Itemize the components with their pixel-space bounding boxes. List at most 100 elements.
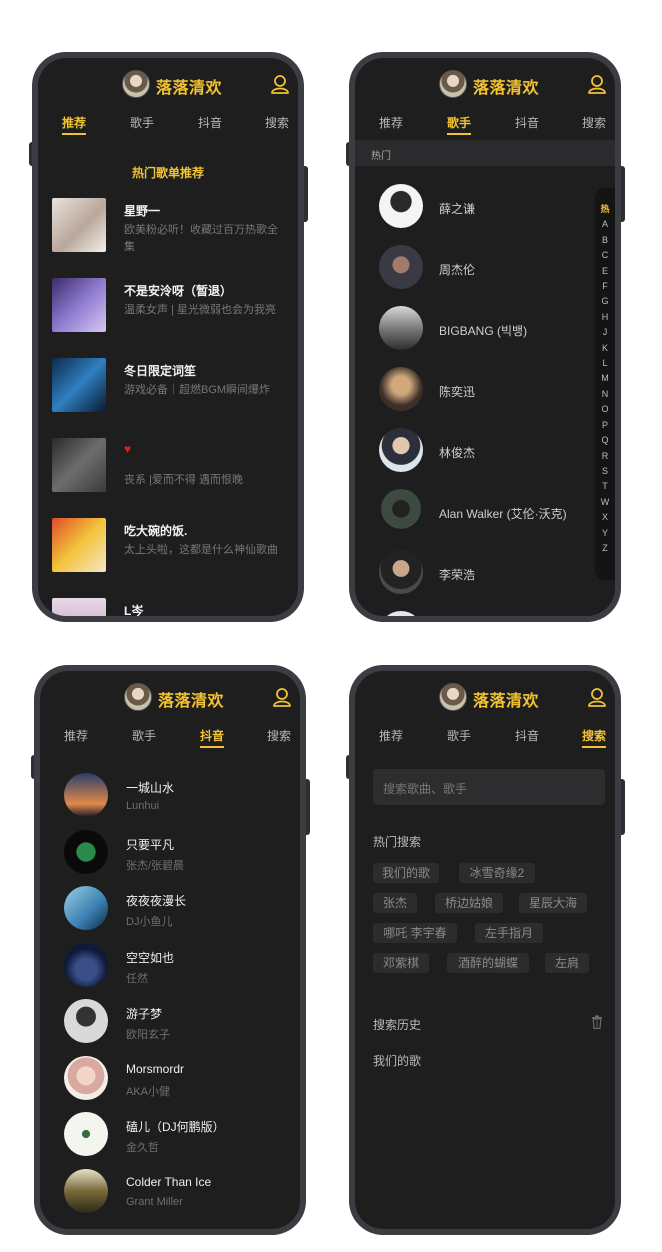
alphabet-letter[interactable]: Z (595, 541, 615, 556)
playlist-item[interactable]: 冬日限定词笙 游戏必备｜超燃BGM瞬间爆炸 (52, 358, 288, 438)
singer-item[interactable]: Alan Walker (艾伦·沃克) (379, 485, 585, 546)
song-item[interactable]: 游子梦 欧阳玄子 (64, 999, 290, 1056)
tab-recommend[interactable]: 推荐 (369, 727, 413, 744)
tab-search[interactable]: 搜索 (572, 727, 615, 748)
screen-singers: 落落清欢 推荐 歌手 抖音 搜索 热门 薛之谦 周杰伦 BIGBANG (빅뱅) (355, 58, 615, 616)
tab-search[interactable]: 搜索 (572, 114, 615, 131)
search-tag[interactable]: 冰雪奇缘2 (459, 863, 535, 883)
singer-item[interactable]: 陈奕迅 (379, 363, 585, 424)
tab-douyin[interactable]: 抖音 (505, 727, 549, 744)
alphabet-letter[interactable]: H (595, 310, 615, 325)
user-icon[interactable] (270, 74, 290, 94)
tab-recommend[interactable]: 推荐 (54, 727, 98, 744)
history-item[interactable]: 我们的歌 (373, 1052, 421, 1069)
alphabet-letter[interactable]: W (595, 495, 615, 510)
tab-recommend[interactable]: 推荐 (52, 114, 96, 135)
playlist-item[interactable]: 吃大碗的饭. 太上头啦，这都是什么神仙歌曲 (52, 518, 288, 598)
singer-item[interactable]: BIGBANG (빅뱅) (379, 302, 585, 363)
alphabet-letter[interactable]: G (595, 294, 615, 309)
alphabet-letter[interactable]: L (595, 356, 615, 371)
phone-recommend: 落落清欢 推荐 歌手 抖音 搜索 热门歌单推荐 星野一 欧美粉必听！收藏过百万热… (29, 52, 308, 622)
tab-singers[interactable]: 歌手 (437, 727, 481, 744)
song-item[interactable]: 一城山水 Lunhui (64, 773, 290, 830)
search-tag[interactable]: 左手指月 (475, 923, 543, 943)
avatar[interactable] (439, 683, 467, 711)
playlist-cover (52, 358, 106, 412)
user-icon[interactable] (587, 687, 607, 707)
playlist-item[interactable]: 不是安泠呀（暂退） 温柔女声 | 星光微弱也会为我亮 (52, 278, 288, 358)
playlist-cover (52, 518, 106, 572)
search-tag[interactable]: 张杰 (373, 893, 417, 913)
playlist-item[interactable]: L岑 (52, 598, 288, 616)
singer-item[interactable]: 李荣浩 (379, 546, 585, 607)
song-item[interactable]: 空空如也 任然 (64, 942, 290, 1000)
search-tag[interactable]: 桥边姑娘 (435, 893, 503, 913)
song-cover (64, 886, 108, 930)
alphabet-letter[interactable]: S (595, 464, 615, 479)
avatar[interactable] (439, 70, 467, 98)
playlist-item[interactable]: ♥ 丧系 |爱而不得 遇而恨晚 (52, 438, 288, 518)
alphabet-letter[interactable]: K (595, 341, 615, 356)
alphabet-letter[interactable]: P (595, 418, 615, 433)
song-item[interactable]: 磕儿（DJ何鹏版） 金久哲 (64, 1112, 290, 1169)
search-tag[interactable]: 酒醉的蝴蝶 (447, 953, 529, 973)
singer-avatar (379, 245, 423, 289)
user-icon[interactable] (272, 687, 292, 707)
song-item[interactable]: 只要平凡 张杰/张碧晨 (64, 829, 290, 887)
search-tag[interactable]: 左肩 (545, 953, 589, 973)
alphabet-letter[interactable]: N (595, 387, 615, 402)
trash-icon[interactable] (591, 1015, 603, 1029)
song-list: 一城山水 Lunhui 只要平凡 张杰/张碧晨 夜夜夜漫长 DJ小鱼儿 空空如也… (64, 773, 290, 1225)
tab-douyin[interactable]: 抖音 (188, 114, 232, 131)
tab-singers[interactable]: 歌手 (437, 114, 481, 135)
singer-avatar (379, 367, 423, 411)
alphabet-letter[interactable]: A (595, 217, 615, 232)
alphabet-letter[interactable]: C (595, 248, 615, 263)
song-item[interactable]: 夜夜夜漫长 DJ小鱼儿 (64, 886, 290, 943)
search-tag[interactable]: 星辰大海 (519, 893, 587, 913)
tab-douyin[interactable]: 抖音 (505, 114, 549, 131)
singer-item[interactable]: 周杰伦 (379, 241, 585, 302)
tab-bar: 推荐 歌手 抖音 搜索 (355, 108, 615, 138)
alphabet-letter[interactable]: E (595, 264, 615, 279)
alphabet-letter[interactable]: B (595, 233, 615, 248)
search-tag[interactable]: 哪吒 李宇春 (373, 923, 457, 943)
tab-recommend[interactable]: 推荐 (369, 114, 413, 131)
heart-icon: ♥ (124, 442, 132, 456)
alphabet-letter[interactable]: F (595, 279, 615, 294)
singer-item[interactable]: 林俊杰 (379, 424, 585, 485)
playlist-name: 吃大碗的饭. (124, 524, 188, 538)
song-name: 夜夜夜漫长 (126, 894, 187, 908)
song-artist: Grant Miller (126, 1195, 183, 1208)
alphabet-letter[interactable]: Y (595, 526, 615, 541)
playlist-item[interactable]: 星野一 欧美粉必听！收藏过百万热歌全集 (52, 198, 288, 278)
alphabet-index[interactable]: 热ABCEFGHJKLMNOPQRSTWXYZ (595, 188, 615, 580)
tab-search[interactable]: 搜索 (257, 727, 300, 744)
alphabet-letter[interactable]: T (595, 479, 615, 494)
singer-name: 薛之谦 (439, 202, 476, 216)
tab-search[interactable]: 搜索 (255, 114, 298, 131)
alphabet-letter[interactable]: J (595, 325, 615, 340)
alphabet-letter[interactable]: 热 (595, 202, 615, 217)
search-input[interactable]: 搜索歌曲、歌手 (373, 769, 605, 805)
singer-item[interactable] (379, 607, 585, 616)
app-title: 落落清欢 (158, 693, 225, 710)
tab-singers[interactable]: 歌手 (122, 727, 166, 744)
alphabet-letter[interactable]: Q (595, 433, 615, 448)
alphabet-letter[interactable]: R (595, 449, 615, 464)
avatar[interactable] (122, 70, 150, 98)
alphabet-letter[interactable]: X (595, 510, 615, 525)
singer-item[interactable]: 薛之谦 (379, 180, 585, 241)
tab-singers[interactable]: 歌手 (120, 114, 164, 131)
search-tag[interactable]: 邓紫棋 (373, 953, 429, 973)
song-item[interactable]: Colder Than Ice Grant Miller (64, 1168, 290, 1226)
search-tag[interactable]: 我们的歌 (373, 863, 439, 883)
song-item[interactable]: Morsmordr AKA小健 (64, 1055, 290, 1113)
tab-douyin[interactable]: 抖音 (190, 727, 234, 748)
alphabet-letter[interactable]: M (595, 371, 615, 386)
song-artist: 欧阳玄子 (126, 1029, 170, 1041)
avatar[interactable] (124, 683, 152, 711)
user-icon[interactable] (587, 74, 607, 94)
alphabet-letter[interactable]: O (595, 402, 615, 417)
tab-bar: 推荐 歌手 抖音 搜索 (355, 721, 615, 751)
